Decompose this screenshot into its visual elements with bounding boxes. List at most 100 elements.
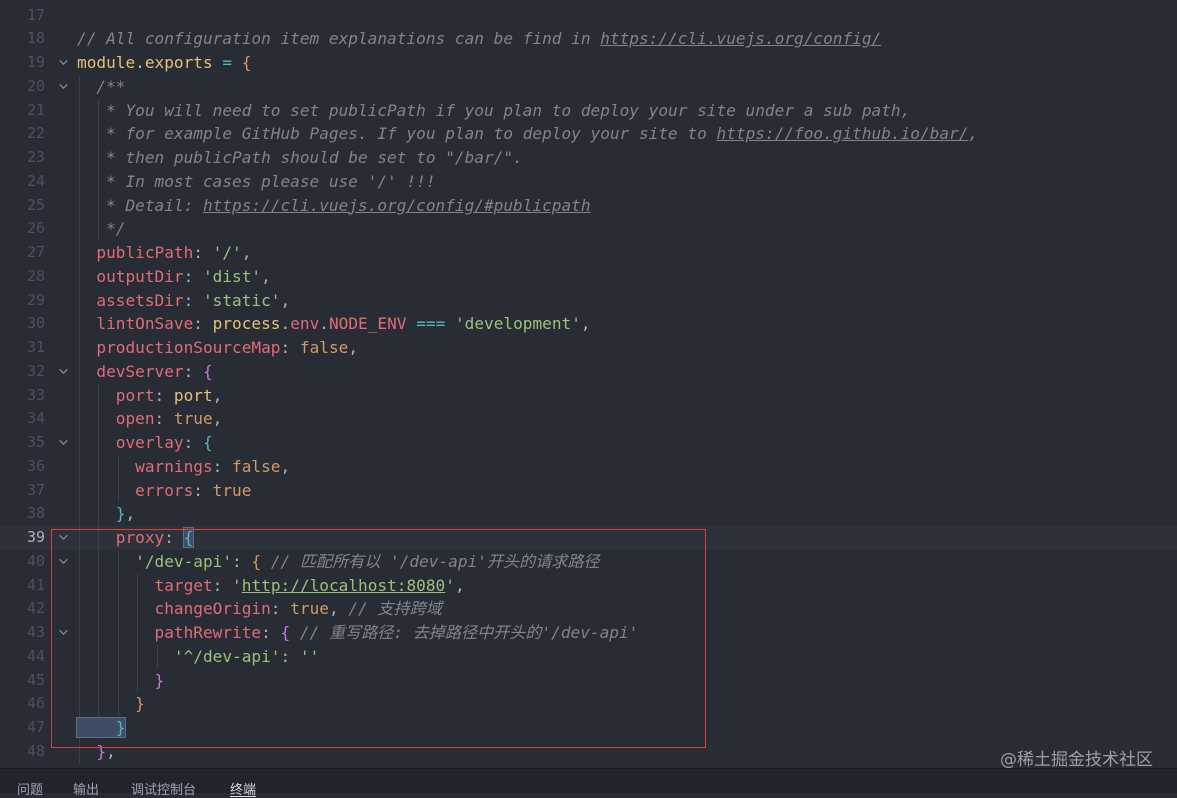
- code-line[interactable]: 43 pathRewrite: { // 重写路径: 去掉路径中开头的'/dev…: [0, 621, 1177, 645]
- code-line[interactable]: 39 proxy: {: [0, 526, 1177, 550]
- code-line[interactable]: 26 */: [0, 217, 1177, 241]
- code-token: '/dev-api': [77, 551, 233, 571]
- fold-chevron-icon[interactable]: [55, 51, 71, 75]
- code-token: .: [319, 314, 329, 334]
- code-token: NODE_ENV: [328, 314, 407, 334]
- code-text: publicPath: '/',: [77, 241, 251, 265]
- code-token: :: [261, 623, 281, 642]
- code-line[interactable]: 23 * then publicPath should be set to "/…: [0, 146, 1177, 170]
- code-token: * then publicPath should be set to "/bar…: [77, 148, 523, 167]
- code-line[interactable]: 35 overlay: {: [0, 431, 1177, 455]
- code-line[interactable]: 34 open: true,: [0, 407, 1177, 431]
- code-line[interactable]: 45 }: [0, 668, 1177, 693]
- panel-tab[interactable]: 问题: [17, 779, 43, 798]
- line-number: 17: [26, 5, 45, 24]
- line-number: 30: [26, 314, 45, 333]
- code-line[interactable]: 20 /**: [0, 74, 1177, 99]
- code-token: :: [183, 290, 203, 310]
- code-line[interactable]: 32 devServer: {: [0, 359, 1177, 384]
- code-token: port: [173, 385, 213, 405]
- code-line[interactable]: 24 * In most cases please use '/' !!!: [0, 169, 1177, 194]
- line-number: 24: [26, 171, 45, 190]
- line-number: 27: [26, 243, 45, 261]
- line-number: 36: [26, 456, 45, 475]
- code-token: // 支持跨域: [338, 599, 442, 619]
- code-token: true: [290, 599, 329, 619]
- line-number: 38: [26, 504, 45, 523]
- code-token: * for example GitHub Pages. If you plan …: [77, 124, 717, 144]
- line-number: 45: [26, 670, 45, 689]
- code-line[interactable]: 28 outputDir: 'dist',: [0, 264, 1177, 289]
- code-token: :: [154, 409, 174, 429]
- code-token: open: [77, 409, 155, 429]
- code-line[interactable]: 44 '^/dev-api': '': [0, 644, 1177, 669]
- line-number: 31: [26, 338, 45, 356]
- code-token: ,: [106, 741, 116, 761]
- line-number: 33: [26, 385, 45, 404]
- code-line[interactable]: 27 publicPath: '/',: [0, 241, 1177, 265]
- panel-tab[interactable]: 输出: [73, 779, 99, 798]
- code-text: productionSourceMap: false,: [77, 336, 358, 360]
- code-line[interactable]: 18 // All configuration item explanations…: [0, 27, 1177, 51]
- code-token: /**: [77, 76, 126, 96]
- code-line[interactable]: 42 changeOrigin: true, // 支持跨域: [0, 597, 1177, 621]
- code-line[interactable]: 21 * You will need to set publicPath if …: [0, 98, 1177, 123]
- fold-chevron-icon[interactable]: [55, 360, 71, 384]
- code-line[interactable]: 33 port: port,: [0, 383, 1177, 408]
- code-token: {: [251, 551, 262, 571]
- code-text: overlay: {: [77, 431, 213, 455]
- code-line[interactable]: 38 },: [0, 502, 1177, 526]
- code-line[interactable]: 17: [0, 4, 1177, 28]
- panel-tab[interactable]: 调试控制台: [131, 779, 196, 798]
- code-token: :: [164, 528, 184, 547]
- code-line[interactable]: 36 warnings: false,: [0, 454, 1177, 479]
- code-line[interactable]: 47 }: [0, 716, 1177, 740]
- fold-chevron-icon[interactable]: [55, 550, 71, 574]
- fold-chevron-icon[interactable]: [55, 621, 71, 645]
- fold-chevron-icon[interactable]: [55, 526, 71, 550]
- code-line[interactable]: 40 '/dev-api': { // 匹配所有以 '/dev-api'开头的请…: [0, 549, 1177, 574]
- code-token: ': [232, 575, 242, 595]
- code-token: {: [182, 527, 195, 548]
- code-token: :: [193, 480, 213, 500]
- code-line[interactable]: 22 * for example GitHub Pages. If you pl…: [0, 122, 1177, 146]
- code-text: * Detail: https://cli.vuejs.org/config/#…: [77, 194, 590, 218]
- code-line[interactable]: 31 productionSourceMap: false,: [0, 336, 1177, 360]
- code-token: :: [270, 599, 291, 619]
- code-line[interactable]: 46 }: [0, 692, 1177, 716]
- code-editor[interactable]: 17 18 // All configuration item explanatio…: [0, 0, 1177, 768]
- panel-tabs: 问题 输出 调试控制台 终端: [0, 768, 1177, 798]
- line-number: 25: [26, 195, 45, 214]
- code-text: }: [75, 716, 127, 740]
- line-number: 40: [26, 551, 45, 570]
- code-token: ,: [280, 290, 291, 310]
- code-text: port: port,: [77, 384, 223, 408]
- line-number: 43: [26, 623, 45, 641]
- code-line[interactable]: 41 target: 'http://localhost:8080',: [0, 573, 1177, 598]
- code-text: }: [77, 669, 165, 693]
- fold-chevron-icon[interactable]: [55, 75, 71, 99]
- line-number: 39: [26, 528, 45, 546]
- line-number: 46: [26, 694, 45, 713]
- code-text: },: [77, 740, 116, 764]
- panel-tab[interactable]: 终端: [230, 779, 257, 798]
- code-token: https://foo.github.io/bar/: [716, 124, 969, 144]
- code-token: }: [77, 694, 145, 714]
- code-token: '': [299, 646, 320, 666]
- code-text: open: true,: [77, 407, 223, 431]
- code-text: changeOrigin: true, // 支持跨域: [77, 597, 442, 621]
- code-line[interactable]: 19 module.exports = {: [0, 51, 1177, 75]
- code-token: productionSourceMap: [77, 338, 281, 357]
- code-token: process: [212, 314, 281, 334]
- code-line[interactable]: 25 * Detail: https://cli.vuejs.org/confi…: [0, 193, 1177, 218]
- code-text: */: [77, 217, 125, 241]
- fold-chevron-icon[interactable]: [55, 431, 71, 455]
- code-token: changeOrigin: [77, 599, 271, 619]
- code-token: module.exports: [77, 53, 213, 72]
- code-line[interactable]: 30 lintOnSave: process.env.NODE_ENV === …: [0, 312, 1177, 336]
- code-line[interactable]: 29 assetsDir: 'static',: [0, 288, 1177, 313]
- code-token: }: [75, 717, 127, 738]
- code-line[interactable]: 37 errors: true: [0, 478, 1177, 503]
- code-token: }: [77, 670, 165, 690]
- code-token: :: [212, 575, 233, 595]
